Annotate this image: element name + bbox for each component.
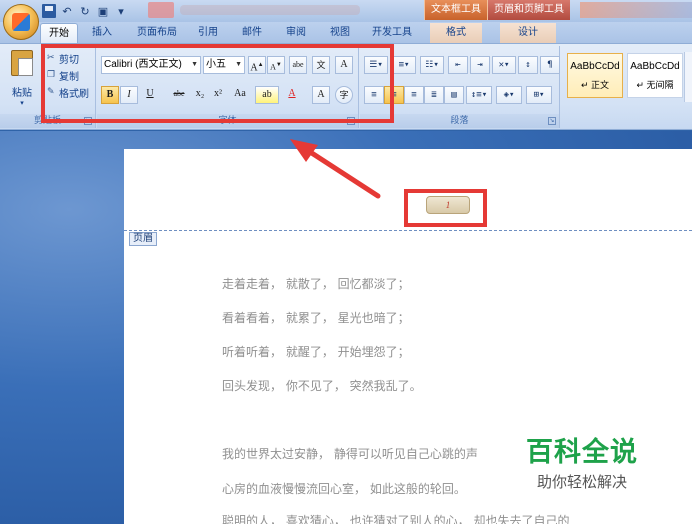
paragraph-launcher-icon[interactable]: ↘: [548, 117, 556, 125]
tab-page-layout[interactable]: 页面布局: [128, 23, 186, 43]
doc-line[interactable]: 看着看着， 就累了， 星光也暗了；: [222, 309, 410, 326]
tab-design[interactable]: 设计: [500, 23, 556, 43]
redo-icon[interactable]: ↻: [78, 4, 92, 18]
justify-button[interactable]: ≣: [424, 86, 444, 104]
multilevel-list-icon: ☷▾: [425, 60, 439, 70]
borders-button[interactable]: ⊞▾: [526, 86, 552, 104]
blurred-title-icon: [148, 2, 174, 18]
tab-review[interactable]: 审阅: [278, 23, 314, 43]
decrease-indent-button[interactable]: ⇤: [448, 56, 468, 74]
highlight-box-font-group: [41, 44, 394, 123]
context-tab-titles: 文本框工具 页眉和页脚工具: [424, 0, 570, 20]
increase-indent-button[interactable]: ⇥: [470, 56, 490, 74]
ribbon-tab-bar: 开始 插入 页面布局 引用 邮件 审阅 视图 开发工具 格式 设计: [0, 22, 692, 43]
save-icon[interactable]: [42, 4, 56, 18]
title-bar: ↶ ↻ ▣ ▾ 文本框工具 页眉和页脚工具: [0, 0, 692, 22]
watermark-subtitle: 助你轻松解决: [536, 473, 627, 491]
tab-home[interactable]: 开始: [40, 23, 78, 43]
tab-references[interactable]: 引用: [190, 23, 226, 43]
print-preview-icon[interactable]: ▣: [96, 4, 110, 18]
paste-dropdown-icon[interactable]: ▾: [6, 99, 38, 107]
ribbon-right-edge: [684, 52, 692, 102]
style-no-spacing-sample: AaBbCcDd: [630, 61, 680, 72]
office-logo-icon: [12, 13, 30, 31]
line-spacing-button[interactable]: ↕≡▾: [466, 86, 492, 104]
watermark-title: 百科全说: [526, 437, 638, 468]
doc-line[interactable]: 聪明的人， 喜欢猜心， 也许猜对了别人的心， 却也失去了自己的: [222, 512, 569, 524]
align-right-button[interactable]: ≡: [404, 86, 424, 104]
tab-developer[interactable]: 开发工具: [364, 23, 420, 43]
style-normal-sample: AaBbCcDd: [570, 61, 620, 72]
blurred-window-controls: [580, 2, 692, 18]
style-normal-name: ↵ 正文: [580, 80, 610, 90]
paste-label: 粘贴: [12, 88, 32, 99]
doc-line[interactable]: 走着走着， 就散了， 回忆都淡了；: [222, 275, 410, 292]
doc-line[interactable]: 回头发现， 你不见了， 突然我乱了。: [222, 377, 422, 394]
context-title-header-footer-tools: 页眉和页脚工具: [487, 0, 570, 20]
undo-icon[interactable]: ↶: [60, 4, 74, 18]
multilevel-list-button[interactable]: ☷▾: [420, 56, 444, 74]
paste-button[interactable]: 粘贴 ▾: [6, 50, 38, 108]
chinese-layout-button[interactable]: ✕▾: [492, 56, 516, 74]
paragraph-mark-icon: ¶: [547, 60, 553, 70]
doc-line[interactable]: 心房的血液慢慢流回心室， 如此这般的轮回。: [222, 480, 466, 497]
decrease-indent-icon: ⇤: [455, 60, 461, 70]
shading-button[interactable]: ◈▾: [496, 86, 522, 104]
style-no-spacing-name: ↵ 无间隔: [636, 80, 674, 90]
numbering-icon: ≡▾: [398, 60, 410, 70]
quick-access-toolbar: ↶ ↻ ▣ ▾: [40, 2, 136, 20]
line-spacing-icon: ↕≡▾: [470, 90, 488, 100]
doc-line[interactable]: 听着听着， 就醒了， 开始埋怨了；: [222, 343, 410, 360]
customize-icon[interactable]: ▾: [114, 4, 128, 18]
distributed-icon: ▤: [451, 90, 457, 100]
align-right-icon: ≡: [411, 90, 417, 100]
borders-icon: ⊞▾: [533, 90, 545, 100]
watermark: 百科全说 助你轻松解决: [508, 430, 656, 492]
header-tag: 页眉: [129, 232, 157, 246]
paint-bucket-icon: ◈▾: [503, 90, 515, 100]
justify-icon: ≣: [431, 90, 437, 100]
tab-mailings[interactable]: 邮件: [234, 23, 270, 43]
header-separator: [124, 230, 692, 231]
tab-insert[interactable]: 插入: [84, 23, 120, 43]
office-button[interactable]: [3, 4, 39, 40]
tab-format[interactable]: 格式: [430, 23, 482, 43]
distributed-button[interactable]: ▤: [444, 86, 464, 104]
numbering-button[interactable]: ≡▾: [392, 56, 416, 74]
increase-indent-icon: ⇥: [477, 60, 483, 70]
style-normal[interactable]: AaBbCcDd ↵ 正文: [567, 53, 623, 98]
highlight-box-page-number: [404, 189, 487, 227]
clipboard-icon: [11, 50, 33, 76]
chinese-layout-icon: ✕▾: [498, 60, 510, 70]
sort-icon: ↕: [525, 60, 531, 70]
context-title-textbox-tools: 文本框工具: [424, 0, 487, 20]
style-no-spacing[interactable]: AaBbCcDd ↵ 无间隔: [627, 53, 683, 98]
blurred-window-title: [180, 5, 360, 15]
sort-button[interactable]: ↕: [518, 56, 538, 74]
tab-view[interactable]: 视图: [320, 23, 360, 43]
show-marks-button[interactable]: ¶: [540, 56, 560, 74]
doc-line[interactable]: 我的世界太过安静， 静得可以听见自己心跳的声: [222, 445, 478, 462]
styles-group: AaBbCcDd ↵ 正文 AaBbCcDd ↵ 无间隔: [561, 46, 692, 128]
